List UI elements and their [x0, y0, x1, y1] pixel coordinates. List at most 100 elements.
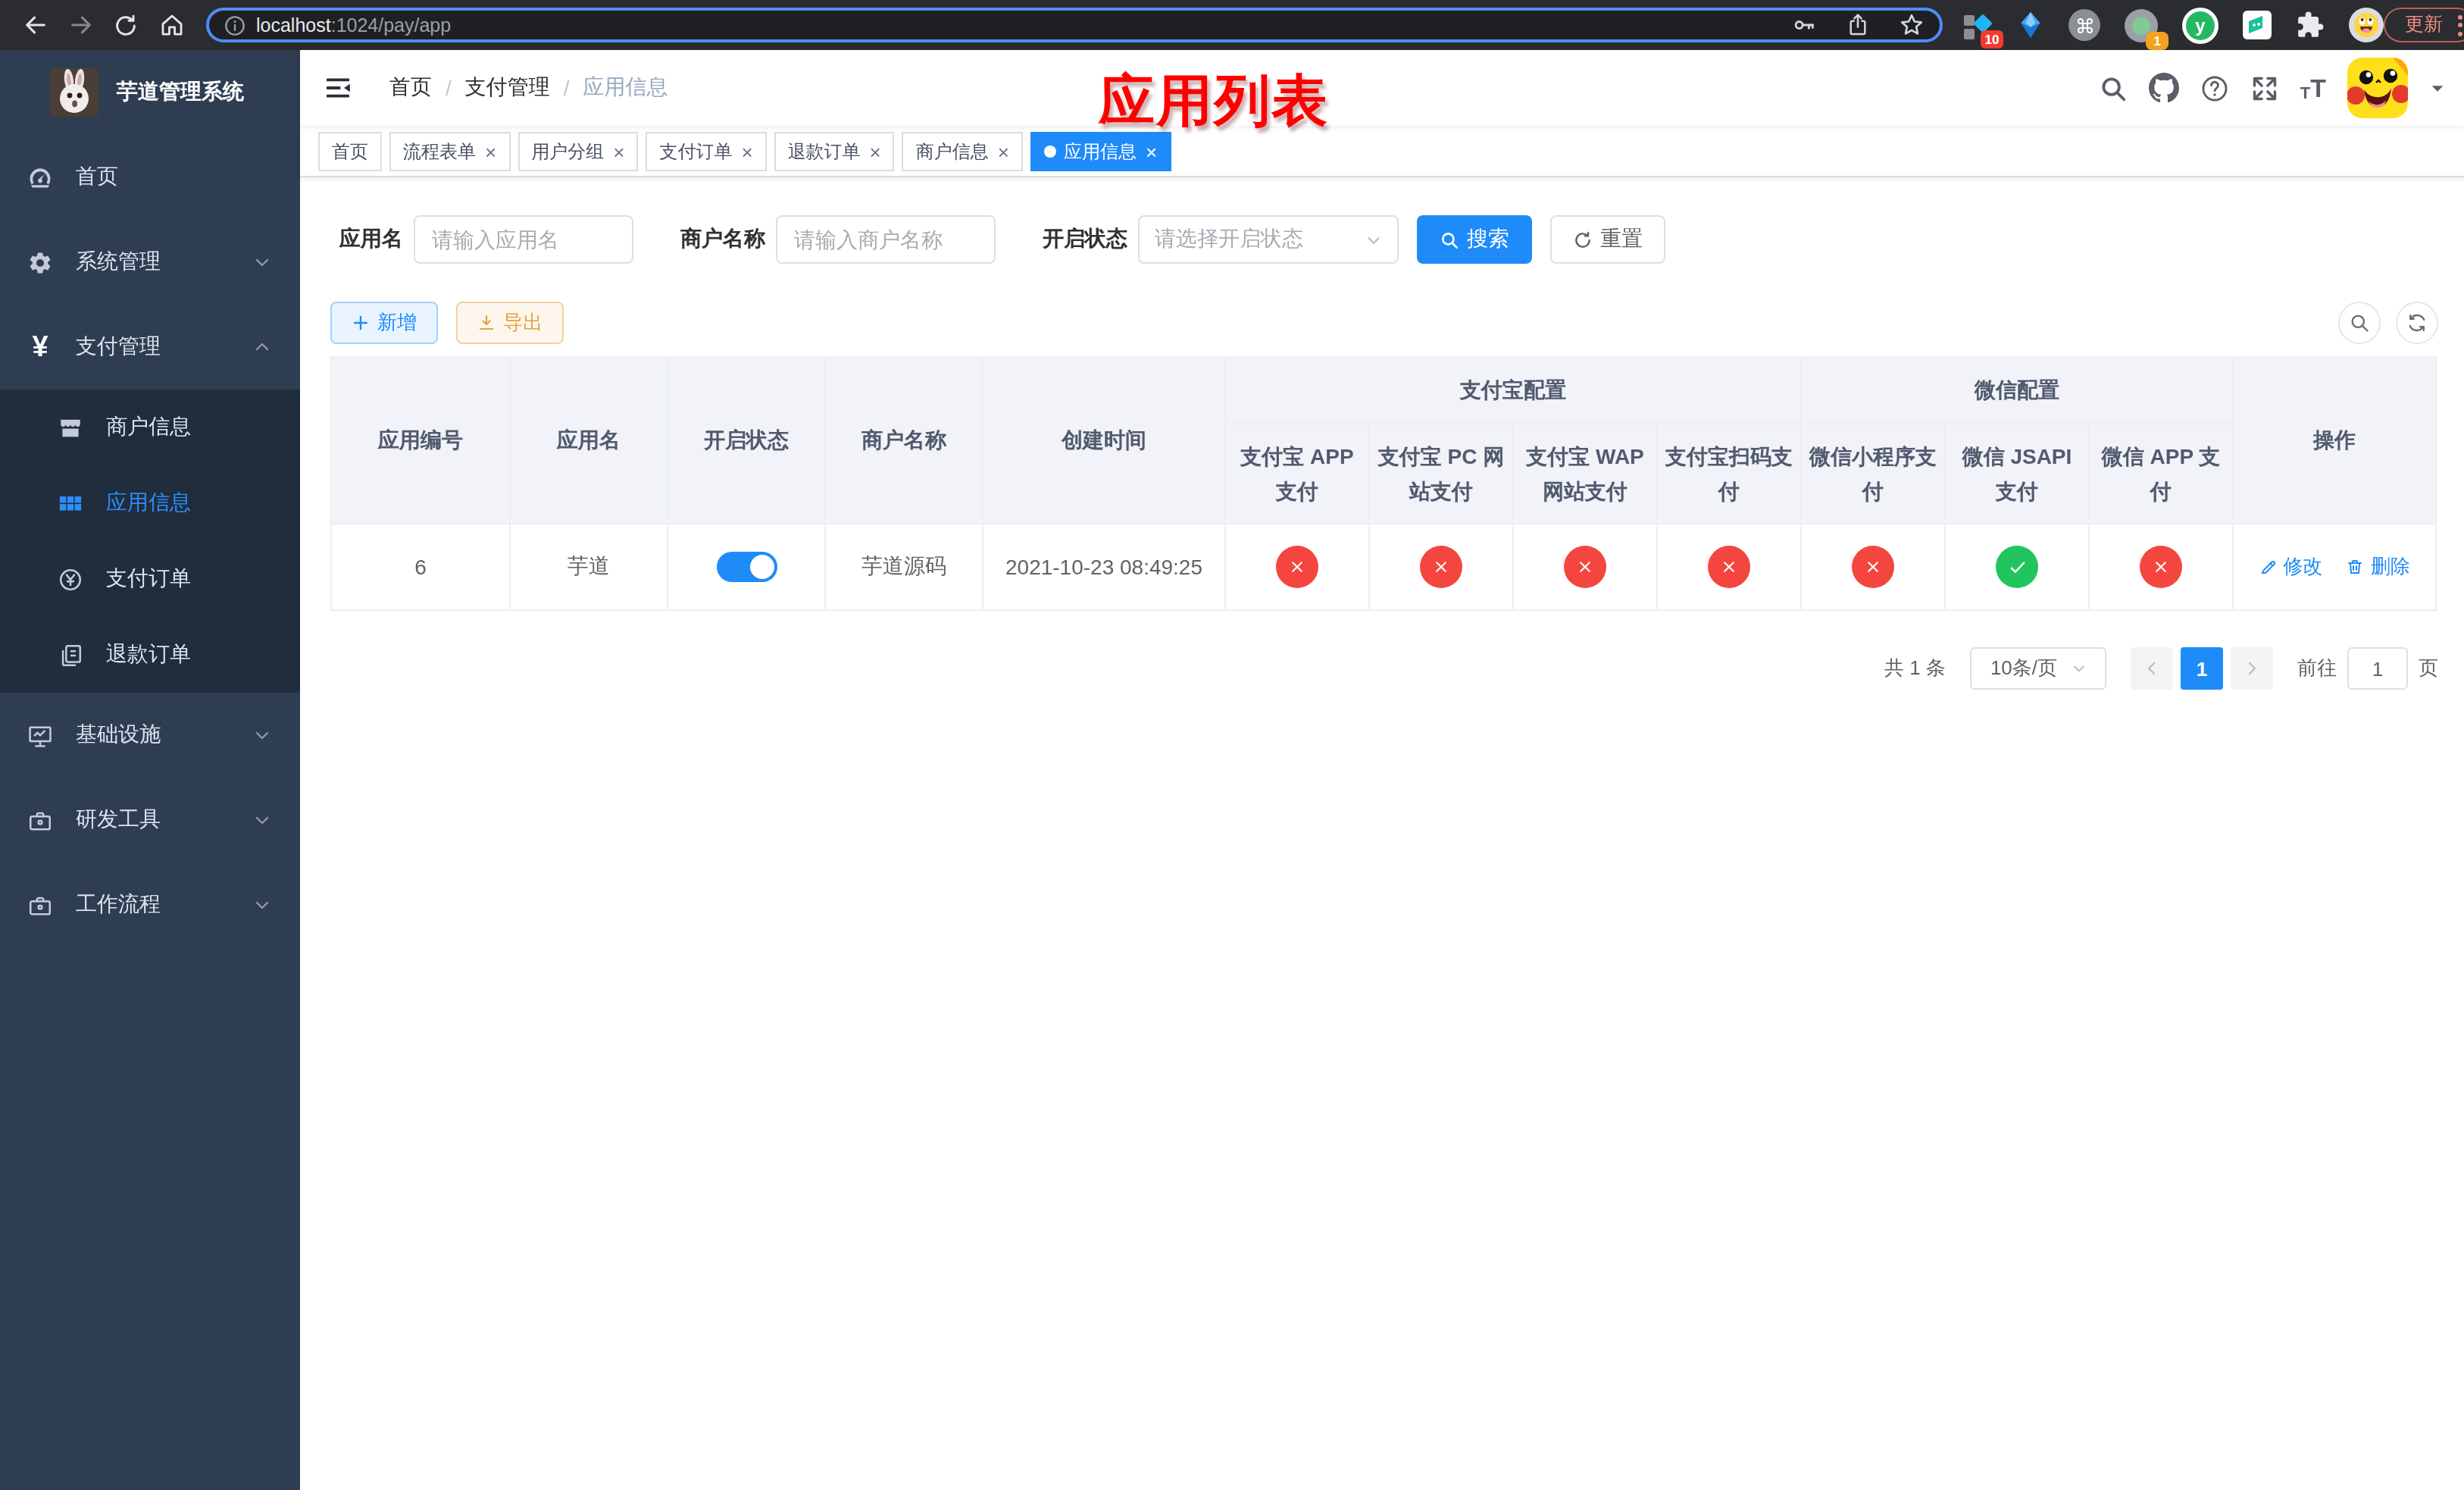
add-button[interactable]: 新增 [330, 302, 438, 344]
browser-menu-icon[interactable] [2458, 14, 2462, 36]
app-logo[interactable]: 芋道管理系统 [0, 50, 300, 135]
address-bar[interactable]: localhost:1024/pay/app [206, 8, 1943, 42]
filter-form: 应用名 商户名称 开启状态 请选择开启状态 [339, 215, 2438, 264]
sidebar-item-refund-order[interactable]: 退款订单 [0, 617, 300, 693]
sidebar-item-pay-order[interactable]: 支付订单 [0, 541, 300, 617]
tab-refund-order[interactable]: 退款订单× [774, 132, 895, 171]
extension-grammarly-icon[interactable] [2243, 11, 2272, 39]
status-cross-icon [1276, 546, 1318, 588]
extension-badge: 10 [1981, 30, 2003, 48]
col-status: 开启状态 [668, 357, 825, 524]
col-alipay-pc: 支付宝 PC 网站支付 [1369, 424, 1513, 524]
tab-merchant[interactable]: 商户信息× [902, 132, 1023, 171]
search-button[interactable]: 搜索 [1417, 215, 1532, 264]
breadcrumb-home[interactable]: 首页 [389, 74, 432, 102]
extension-profile-icon[interactable]: 1 [2125, 8, 2158, 42]
status-check-icon [1996, 546, 2038, 588]
sidebar-item-workflow[interactable]: 工作流程 [0, 862, 300, 947]
chevron-down-icon [253, 811, 271, 829]
tab-home[interactable]: 首页 [318, 132, 382, 171]
fullscreen-icon[interactable] [2250, 74, 2279, 102]
sidebar-item-app[interactable]: 应用信息 [0, 465, 300, 541]
close-icon[interactable]: × [870, 142, 881, 161]
active-dot [1044, 146, 1056, 158]
bookmark-star-icon[interactable] [1899, 12, 1925, 38]
delete-link[interactable]: 删除 [2347, 553, 2410, 581]
info-icon[interactable] [224, 14, 245, 36]
page-content: 应用名 商户名称 开启状态 请选择开启状态 [300, 177, 2464, 1490]
status-select[interactable]: 请选择开启状态 [1138, 215, 1399, 264]
update-button[interactable]: 更新 [2384, 8, 2464, 42]
caret-down-icon[interactable] [2429, 80, 2446, 96]
tab-user-group[interactable]: 用户分组× [518, 132, 638, 171]
extension-emoji-icon[interactable] [2349, 8, 2384, 42]
sidebar-item-label: 支付订单 [106, 565, 191, 593]
col-wx-jsapi: 微信 JSAPI 支付 [1945, 424, 2089, 524]
help-icon[interactable] [2200, 74, 2229, 102]
sidebar-item-label: 系统管理 [76, 249, 161, 276]
sidebar-item-label: 退款订单 [106, 641, 191, 668]
cell-status [668, 524, 825, 610]
merchant-name-input[interactable] [776, 215, 996, 264]
sidebar-item-infra[interactable]: 基础设施 [0, 693, 300, 778]
close-icon[interactable]: × [1146, 142, 1157, 161]
col-wx-app: 微信 APP 支付 [2089, 424, 2233, 524]
reload-icon[interactable] [106, 5, 145, 45]
sidebar-toggle-icon[interactable] [323, 73, 353, 103]
avatar[interactable] [2347, 58, 2408, 118]
select-arrow-icon [1365, 231, 1382, 248]
extensions-area: 10 1 y [1962, 7, 2384, 43]
col-alipay-qr: 支付宝扫码支付 [1657, 424, 1801, 524]
url-text: localhost:1024/pay/app [256, 14, 451, 36]
font-size-icon[interactable]: TT [2300, 75, 2326, 101]
edit-link[interactable]: 修改 [2259, 553, 2322, 581]
breadcrumb-pay[interactable]: 支付管理 [465, 74, 550, 102]
page-size-select[interactable]: 10条/页 [1970, 647, 2106, 690]
sidebar-item-devtools[interactable]: 研发工具 [0, 778, 300, 862]
refresh-button[interactable] [2396, 302, 2438, 344]
sidebar-item-pay[interactable]: ¥ 支付管理 [0, 305, 300, 390]
prev-page-button[interactable] [2131, 647, 2173, 690]
sidebar-item-merchant[interactable]: 商户信息 [0, 390, 300, 465]
sidebar-item-home[interactable]: 首页 [0, 135, 300, 220]
reset-button[interactable]: 重置 [1550, 215, 1665, 264]
breadcrumb-separator: / [446, 76, 452, 100]
forward-icon[interactable] [61, 5, 100, 45]
close-icon[interactable]: × [613, 142, 624, 161]
extension-yuque-icon[interactable]: y [2182, 7, 2219, 43]
extensions-puzzle-icon[interactable] [2296, 11, 2325, 39]
search-icon[interactable] [2099, 74, 2128, 102]
cell-wx-lite [1801, 524, 1945, 610]
github-icon[interactable] [2149, 73, 2179, 103]
sidebar-item-label: 研发工具 [76, 806, 161, 834]
page-unit-label: 页 [2419, 655, 2438, 682]
merchant-name-label: 商户名称 [680, 226, 765, 253]
col-group-wechat: 微信配置 [1801, 357, 2233, 424]
annotation-text: 应用列表 [1099, 64, 1329, 139]
export-button[interactable]: 导出 [456, 302, 564, 344]
app-name-input[interactable] [414, 215, 633, 264]
close-icon[interactable]: × [485, 142, 496, 161]
briefcase-icon [27, 892, 53, 918]
profile-badge: 1 [2146, 31, 2169, 49]
password-key-icon[interactable] [1791, 12, 1817, 38]
close-icon[interactable]: × [998, 142, 1009, 161]
sidebar-item-system[interactable]: 系统管理 [0, 220, 300, 305]
toggle-search-button[interactable] [2338, 302, 2381, 344]
status-toggle[interactable] [716, 552, 777, 582]
goto-page-input[interactable] [2347, 647, 2408, 690]
extension-kite-icon[interactable] [2017, 10, 2044, 40]
current-page[interactable]: 1 [2181, 647, 2223, 690]
extension-workona-icon[interactable]: 10 [1962, 10, 1993, 40]
back-icon[interactable] [15, 5, 55, 45]
tab-pay-order[interactable]: 支付订单× [646, 132, 766, 171]
home-icon[interactable] [152, 5, 191, 45]
chevron-down-icon [253, 896, 271, 914]
extension-command-icon[interactable] [2068, 9, 2100, 41]
tab-flow-form[interactable]: 流程表单× [389, 132, 510, 171]
close-icon[interactable]: × [741, 142, 752, 161]
share-icon[interactable] [1846, 12, 1870, 38]
next-page-button[interactable] [2231, 647, 2273, 690]
sidebar-item-label: 商户信息 [106, 414, 191, 441]
sidebar-item-label: 支付管理 [76, 333, 161, 361]
